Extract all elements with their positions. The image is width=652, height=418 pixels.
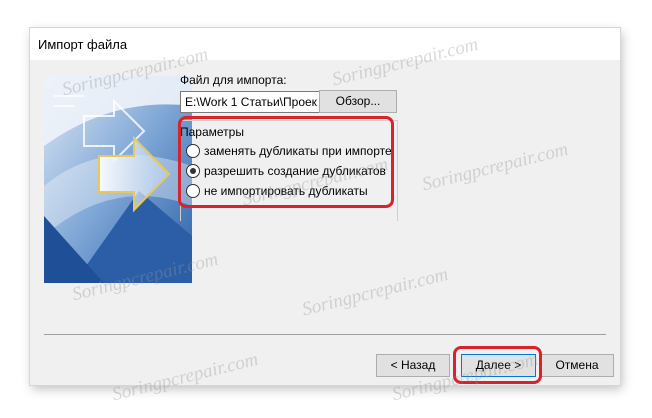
radio-label: разрешить создание дубликатов <box>204 164 386 178</box>
options-title: Параметры <box>180 125 244 139</box>
button-separator <box>44 334 606 335</box>
radio-replace-duplicates[interactable]: заменять дубликаты при импорте <box>186 143 392 159</box>
next-button[interactable]: Далее > <box>461 354 536 377</box>
wizard-art-arrows-icon <box>44 76 192 283</box>
radio-skip-duplicates[interactable]: не импортировать дубликаты <box>186 183 368 199</box>
radio-unchecked-icon[interactable] <box>186 184 200 198</box>
title-bar: Импорт файла <box>30 28 620 60</box>
back-button[interactable]: < Назад <box>376 354 450 377</box>
import-file-label: Файл для импорта: <box>180 73 287 87</box>
browse-button[interactable]: Обзор... <box>319 90 397 113</box>
wizard-art-graphic <box>44 76 192 283</box>
radio-checked-icon[interactable] <box>186 164 200 178</box>
radio-label: заменять дубликаты при импорте <box>204 144 392 158</box>
radio-label: не импортировать дубликаты <box>204 184 368 198</box>
import-path-field[interactable]: E:\Work 1 Статьи\Проек <box>180 91 320 113</box>
cancel-button[interactable]: Отмена <box>540 354 614 377</box>
import-file-dialog: Импорт файла Файл для импорта: E:\Work 1… <box>30 28 620 385</box>
screenshot-frame: Импорт файла Файл для импорта: E:\Work 1… <box>0 0 650 410</box>
radio-allow-duplicates[interactable]: разрешить создание дубликатов <box>186 163 386 179</box>
dialog-title: Импорт файла <box>38 37 128 52</box>
radio-unchecked-icon[interactable] <box>186 144 200 158</box>
